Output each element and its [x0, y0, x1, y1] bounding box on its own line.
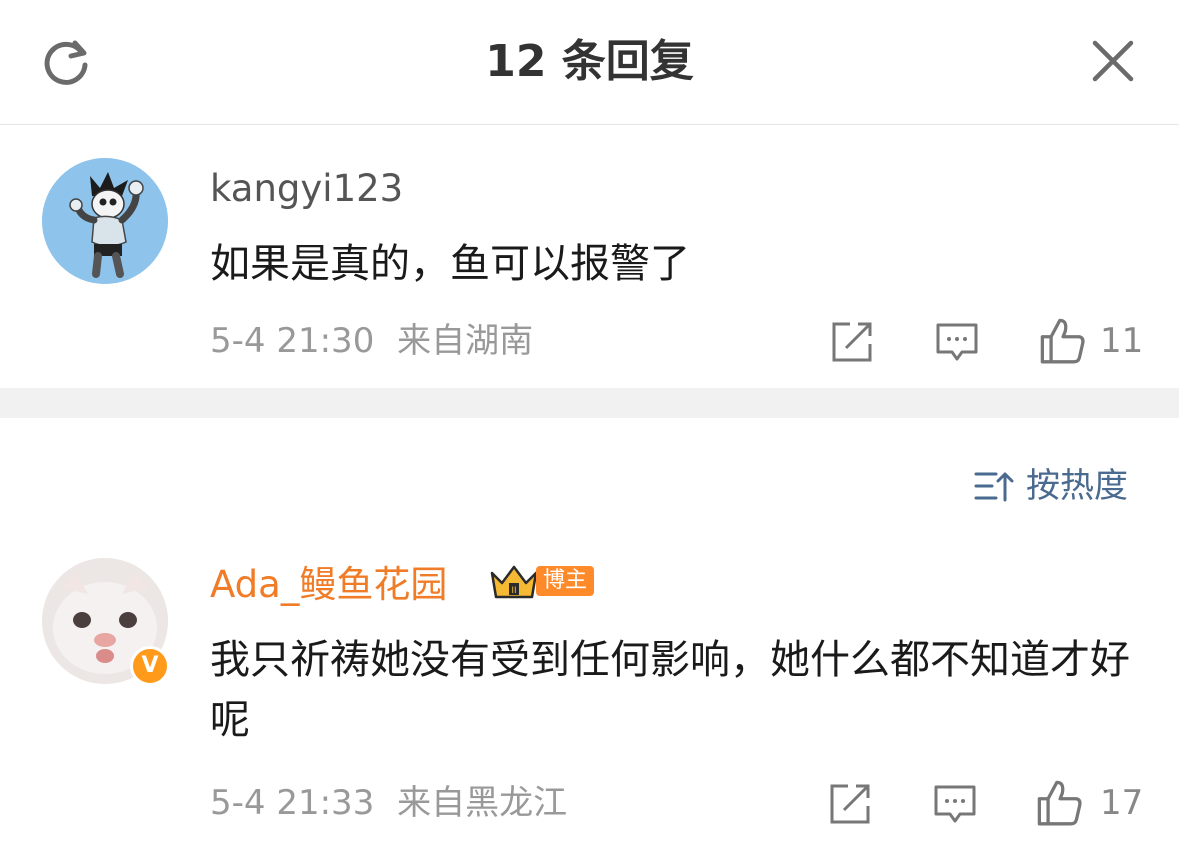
sort-button[interactable]: 按热度: [974, 466, 1128, 506]
page-title: 12 条回复: [485, 36, 694, 87]
avatar[interactable]: [42, 158, 168, 284]
comment-meta: 5-4 21:30 来自湖南: [210, 320, 533, 362]
comment-location: 来自湖南: [397, 321, 534, 361]
badge-label: 博主: [536, 566, 595, 596]
comment-icon[interactable]: [935, 320, 979, 364]
verified-badge: V: [130, 646, 170, 686]
like-count: 11: [1100, 321, 1144, 361]
comment-username[interactable]: kangyi123: [210, 166, 403, 212]
reply-timestamp: 5-4 21:33: [210, 783, 375, 823]
like-icon[interactable]: [1038, 316, 1086, 364]
comment-text: 如果是真的，鱼可以报警了: [210, 241, 690, 287]
crown-icon: II: [490, 565, 538, 599]
header: 12 条回复: [0, 0, 1179, 125]
reply-username[interactable]: Ada_鳗鱼花园: [210, 562, 447, 608]
svg-text:II: II: [511, 586, 516, 596]
astro-boy-avatar-icon: [42, 158, 168, 284]
repost-icon[interactable]: [830, 320, 874, 364]
reply-location: 来自黑龙江: [397, 783, 568, 823]
sort-icon: [974, 472, 1014, 502]
repost-icon[interactable]: [828, 782, 872, 826]
section-divider: [0, 388, 1179, 418]
sort-label: 按热度: [1026, 466, 1128, 506]
reply-meta: 5-4 21:33 来自黑龙江: [210, 782, 567, 824]
reply-text: 我只祈祷她没有受到任何影响，她什么都不知道才好呢: [210, 637, 1130, 743]
blogger-badge: II 博主: [488, 564, 595, 599]
close-icon[interactable]: [1090, 38, 1136, 84]
like-icon[interactable]: [1035, 778, 1083, 826]
comment-icon[interactable]: [933, 782, 977, 826]
like-count: 17: [1100, 783, 1144, 823]
replies-sheet: 12 条回复 kangyi123 如果是真的，鱼可以报警了 5-4 21:30 …: [0, 0, 1179, 850]
comment-timestamp: 5-4 21:30: [210, 321, 375, 361]
verified-mark: V: [141, 653, 159, 678]
